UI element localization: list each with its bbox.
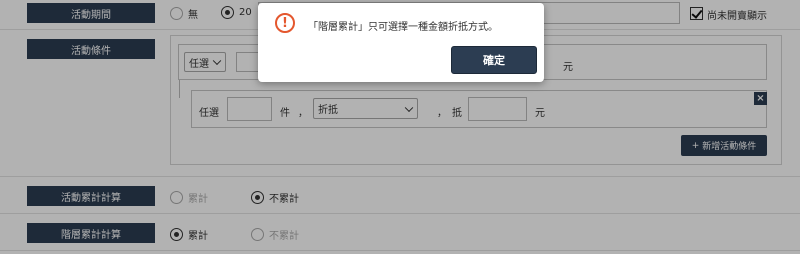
dialog-message: 「階層累計」只可選擇一種金額折抵方式。 — [308, 22, 498, 33]
confirm-button[interactable]: 確定 — [451, 46, 537, 74]
alert-dialog: ! 「階層累計」只可選擇一種金額折抵方式。 確定 — [258, 3, 544, 82]
warning-icon: ! — [275, 13, 295, 33]
